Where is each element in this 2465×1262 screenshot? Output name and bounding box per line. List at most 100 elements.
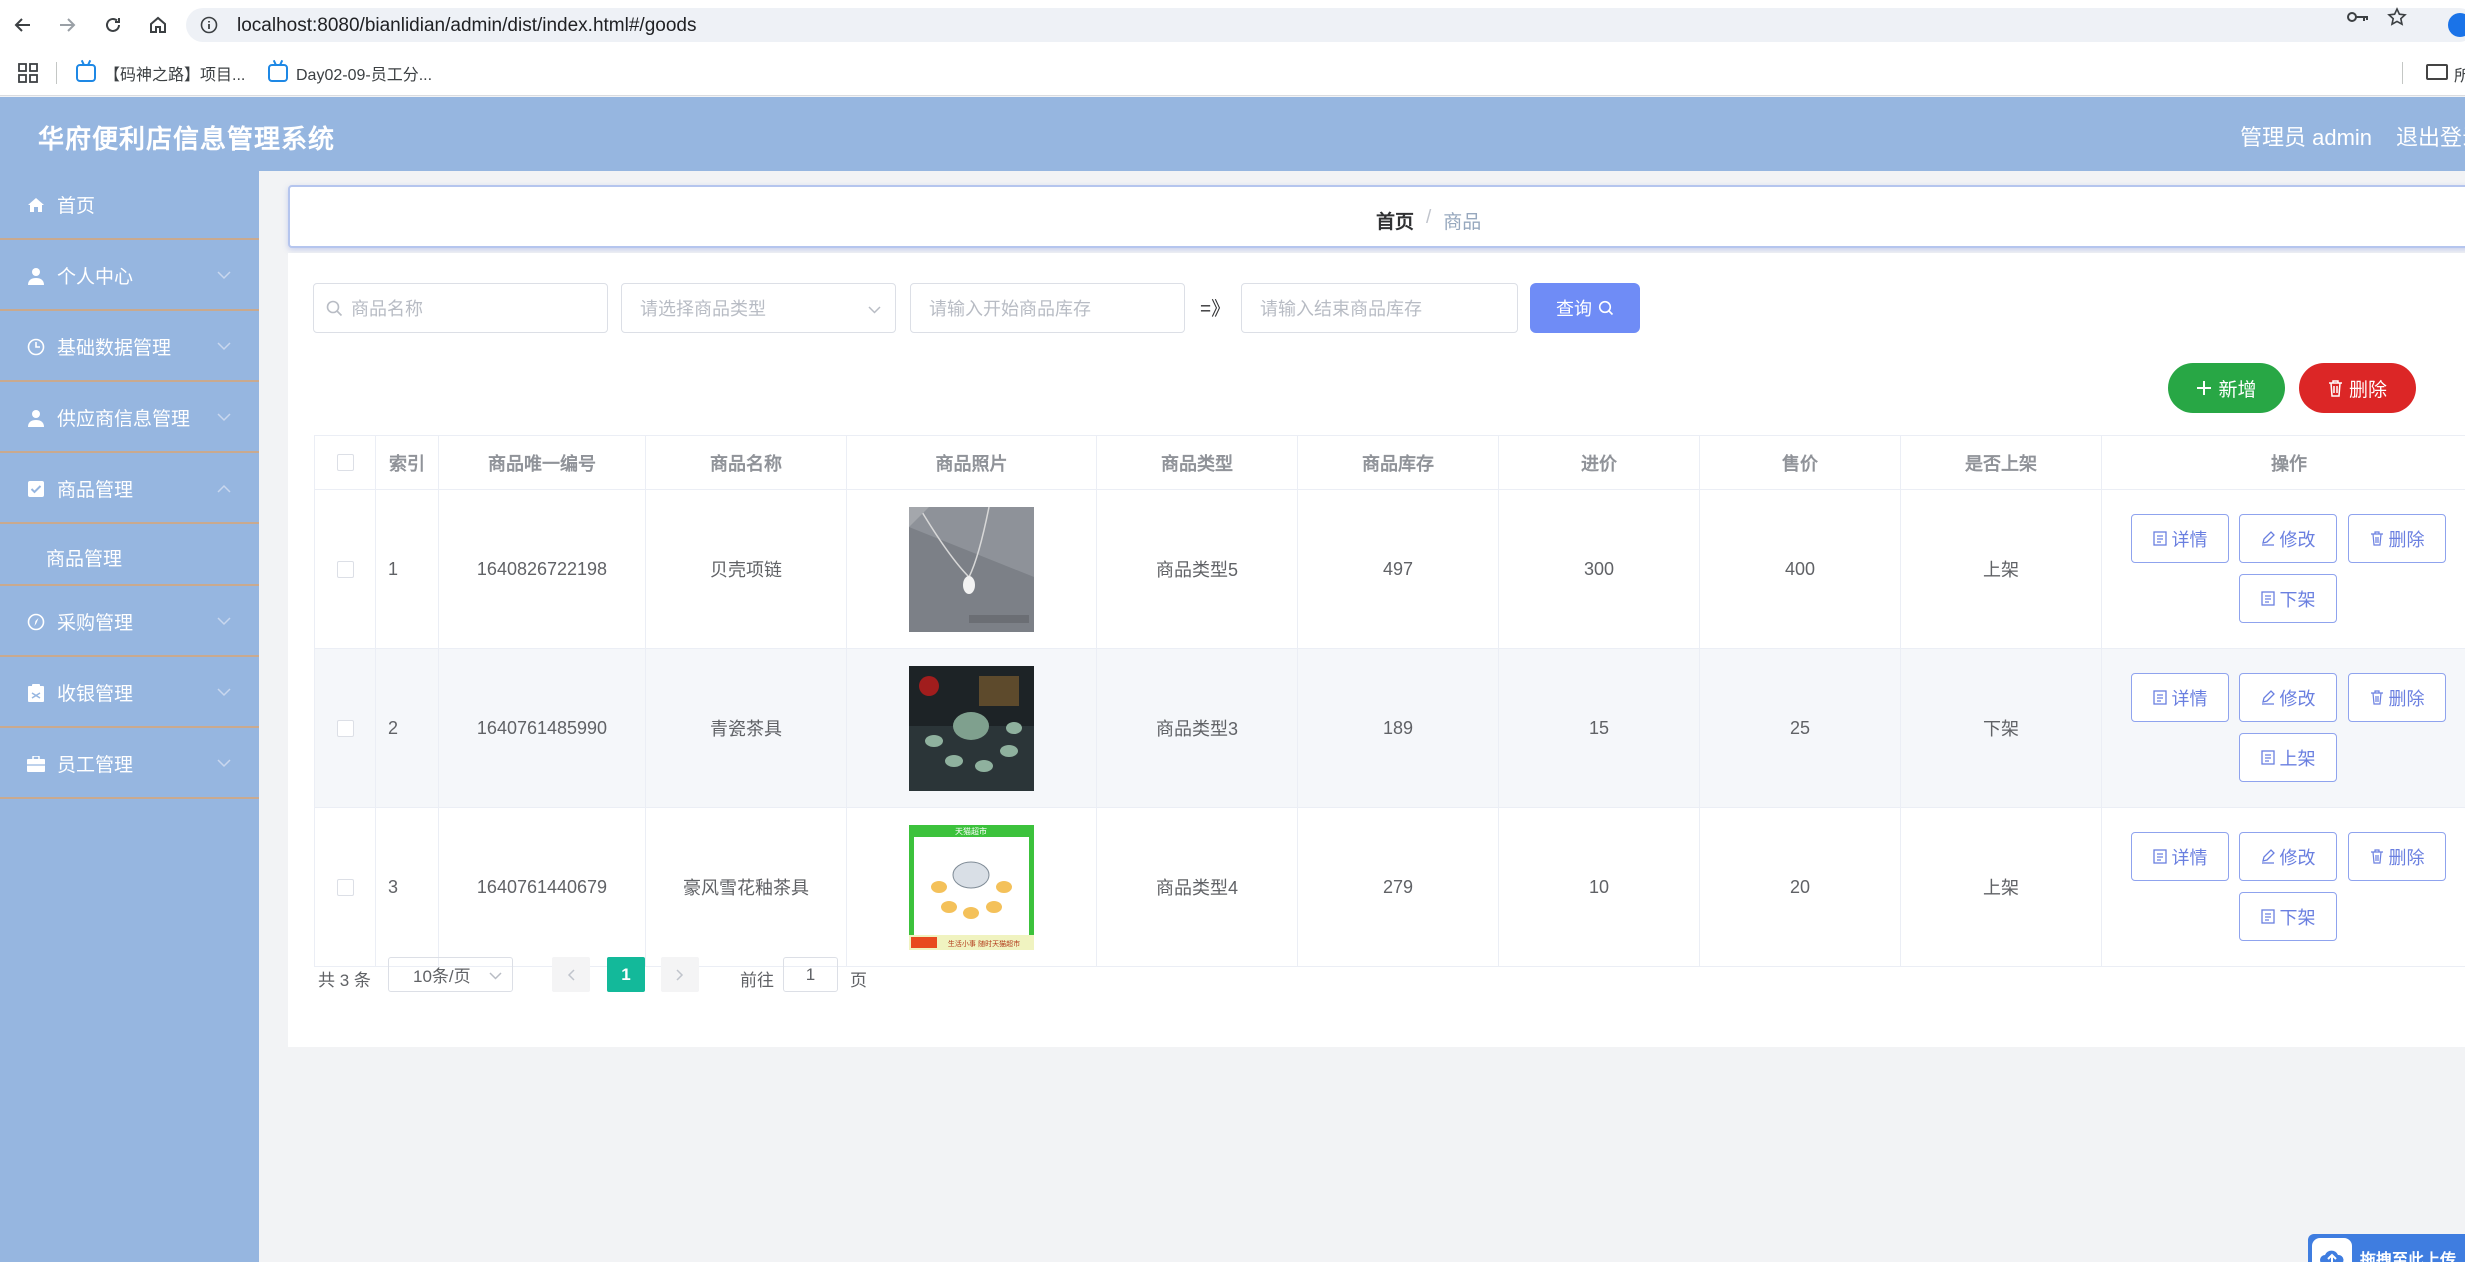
type-select[interactable]: 请选择商品类型 — [621, 283, 896, 333]
select-all-checkbox[interactable] — [336, 454, 354, 471]
delete-button[interactable]: 删除 — [2348, 514, 2446, 563]
column-header: 操作 — [2102, 436, 2465, 489]
trash-icon — [2370, 849, 2383, 864]
batch-delete-button[interactable]: 删除 — [2299, 363, 2416, 413]
name-search-input[interactable]: 商品名称 — [313, 283, 608, 333]
compass-icon — [26, 612, 46, 632]
page-size-select[interactable]: 10条/页 — [388, 957, 513, 992]
prev-page-button[interactable] — [552, 957, 590, 992]
column-header: 商品名称 — [646, 436, 847, 489]
edit-label: 修改 — [2279, 688, 2316, 709]
sidebar-item-home[interactable]: 首页 — [0, 171, 259, 240]
sidebar-item-purchase[interactable]: 采购管理 — [0, 588, 259, 657]
sidebar-item-label: 收银管理 — [57, 684, 134, 705]
stock-cell: 279 — [1298, 808, 1499, 966]
delete-label: 删除 — [2388, 847, 2425, 868]
column-header: 商品照片 — [847, 436, 1097, 489]
row-checkbox[interactable] — [336, 719, 354, 737]
select-all-cell — [315, 436, 376, 489]
page-number-current[interactable]: 1 — [607, 957, 645, 992]
detail-button[interactable]: 详情 — [2131, 673, 2229, 722]
reload-icon[interactable] — [96, 8, 130, 42]
chevron-down-icon — [489, 972, 502, 980]
cloud-upload-icon — [2312, 1238, 2352, 1262]
stock-cell: 497 — [1298, 490, 1499, 648]
home-icon[interactable] — [141, 8, 175, 42]
chevron-down-icon — [868, 306, 881, 314]
breadcrumb-home[interactable]: 首页 — [1376, 207, 1414, 234]
detail-button[interactable]: 详情 — [2131, 832, 2229, 881]
toggle-shelf-button[interactable]: 下架 — [2239, 892, 2337, 941]
trash-icon — [2370, 690, 2383, 705]
photo-cell — [847, 649, 1097, 807]
operations-cell: 详情 修改 删除 下架 — [2102, 490, 2465, 648]
next-page-button[interactable] — [661, 957, 699, 992]
code-cell: 1640761485990 — [439, 649, 646, 807]
edit-label: 修改 — [2279, 847, 2316, 868]
product-photo-snowflake-tea-set[interactable]: 天猫超市 生活小事 随时天猫超市 — [909, 824, 1034, 950]
row-checkbox[interactable] — [336, 878, 354, 896]
document-icon — [2152, 690, 2167, 705]
edit-button[interactable]: 修改 — [2239, 673, 2337, 722]
product-photo-necklace[interactable] — [909, 506, 1034, 632]
info-icon[interactable] — [200, 16, 218, 34]
column-header: 商品类型 — [1097, 436, 1298, 489]
range-separator: =》 — [1200, 299, 1231, 320]
bookmark-item[interactable]: 【码神之路】项目... — [76, 60, 245, 86]
column-header: 售价 — [1700, 436, 1901, 489]
sidebar-subitem-goods[interactable]: 商品管理 — [0, 526, 259, 586]
url-text: localhost:8080/bianlidian/admin/dist/ind… — [237, 15, 697, 36]
edit-label: 修改 — [2279, 529, 2316, 550]
chevron-down-icon — [217, 269, 231, 283]
key-icon[interactable] — [2347, 8, 2369, 26]
delete-button[interactable]: 删除 — [2348, 832, 2446, 881]
delete-button[interactable]: 删除 — [2348, 673, 2446, 722]
goto-page-input[interactable]: 1 — [783, 957, 838, 992]
upload-drop-widget[interactable]: 拖拽至此上传 — [2308, 1234, 2465, 1262]
forward-icon[interactable] — [50, 8, 84, 42]
edit-button[interactable]: 修改 — [2239, 514, 2337, 563]
detail-button[interactable]: 详情 — [2131, 514, 2229, 563]
row-checkbox[interactable] — [336, 560, 354, 578]
toggle-shelf-button[interactable]: 上架 — [2239, 733, 2337, 782]
address-bar[interactable]: localhost:8080/bianlidian/admin/dist/ind… — [186, 8, 2465, 42]
stock-end-input[interactable]: 请输入结束商品库存 — [1241, 283, 1518, 333]
document-icon — [2260, 909, 2275, 924]
stock-end-placeholder: 请输入结束商品库存 — [1260, 299, 1422, 319]
chevron-down-icon — [217, 757, 231, 771]
sidebar-item-basic-data[interactable]: 基础数据管理 — [0, 313, 259, 382]
sidebar-item-cashier[interactable]: 收银管理 — [0, 659, 259, 728]
sidebar-item-profile[interactable]: 个人中心 — [0, 242, 259, 311]
sidebar-item-label: 采购管理 — [57, 613, 134, 634]
sidebar-item-staff[interactable]: 员工管理 — [0, 730, 259, 799]
clipboard-icon — [26, 683, 46, 703]
shelf-status-cell: 上架 — [1901, 808, 2102, 966]
add-button[interactable]: 新增 — [2168, 363, 2285, 413]
apps-grid-icon[interactable] — [18, 63, 38, 83]
table-row: 1 1640826722198 贝壳项链 商品类型5 497 300 400 上… — [315, 490, 2465, 649]
app-title: 华府便利店信息管理系统 — [38, 124, 336, 154]
column-header: 进价 — [1499, 436, 1700, 489]
query-button[interactable]: 查询 — [1530, 283, 1640, 333]
query-label: 查询 — [1556, 299, 1592, 319]
edit-button[interactable]: 修改 — [2239, 832, 2337, 881]
briefcase-icon — [26, 754, 46, 774]
delete-label: 删除 — [2388, 529, 2425, 550]
sidebar-item-supplier[interactable]: 供应商信息管理 — [0, 384, 259, 453]
photo-banner-text: 天猫超市 — [955, 826, 987, 836]
all-bookmarks-label[interactable]: 所 — [2454, 62, 2465, 86]
breadcrumb: 首页 / 商品 — [288, 185, 2465, 248]
sidebar-item-label: 商品管理 — [57, 480, 134, 501]
star-icon[interactable] — [2386, 7, 2408, 26]
bookmark-item[interactable]: Day02-09-员工分... — [268, 60, 432, 86]
back-icon[interactable] — [6, 8, 40, 42]
sidebar-item-goods[interactable]: 商品管理 — [0, 455, 259, 524]
operations-cell: 详情 修改 删除 下架 — [2102, 808, 2465, 966]
chevron-down-icon — [217, 615, 231, 629]
profile-avatar[interactable] — [2448, 13, 2465, 37]
folder-icon[interactable] — [2426, 64, 2448, 80]
logout-link[interactable]: 退出登录 — [2396, 120, 2465, 152]
product-photo-celadon-tea-set[interactable] — [909, 665, 1034, 791]
stock-start-input[interactable]: 请输入开始商品库存 — [910, 283, 1185, 333]
toggle-shelf-button[interactable]: 下架 — [2239, 574, 2337, 623]
